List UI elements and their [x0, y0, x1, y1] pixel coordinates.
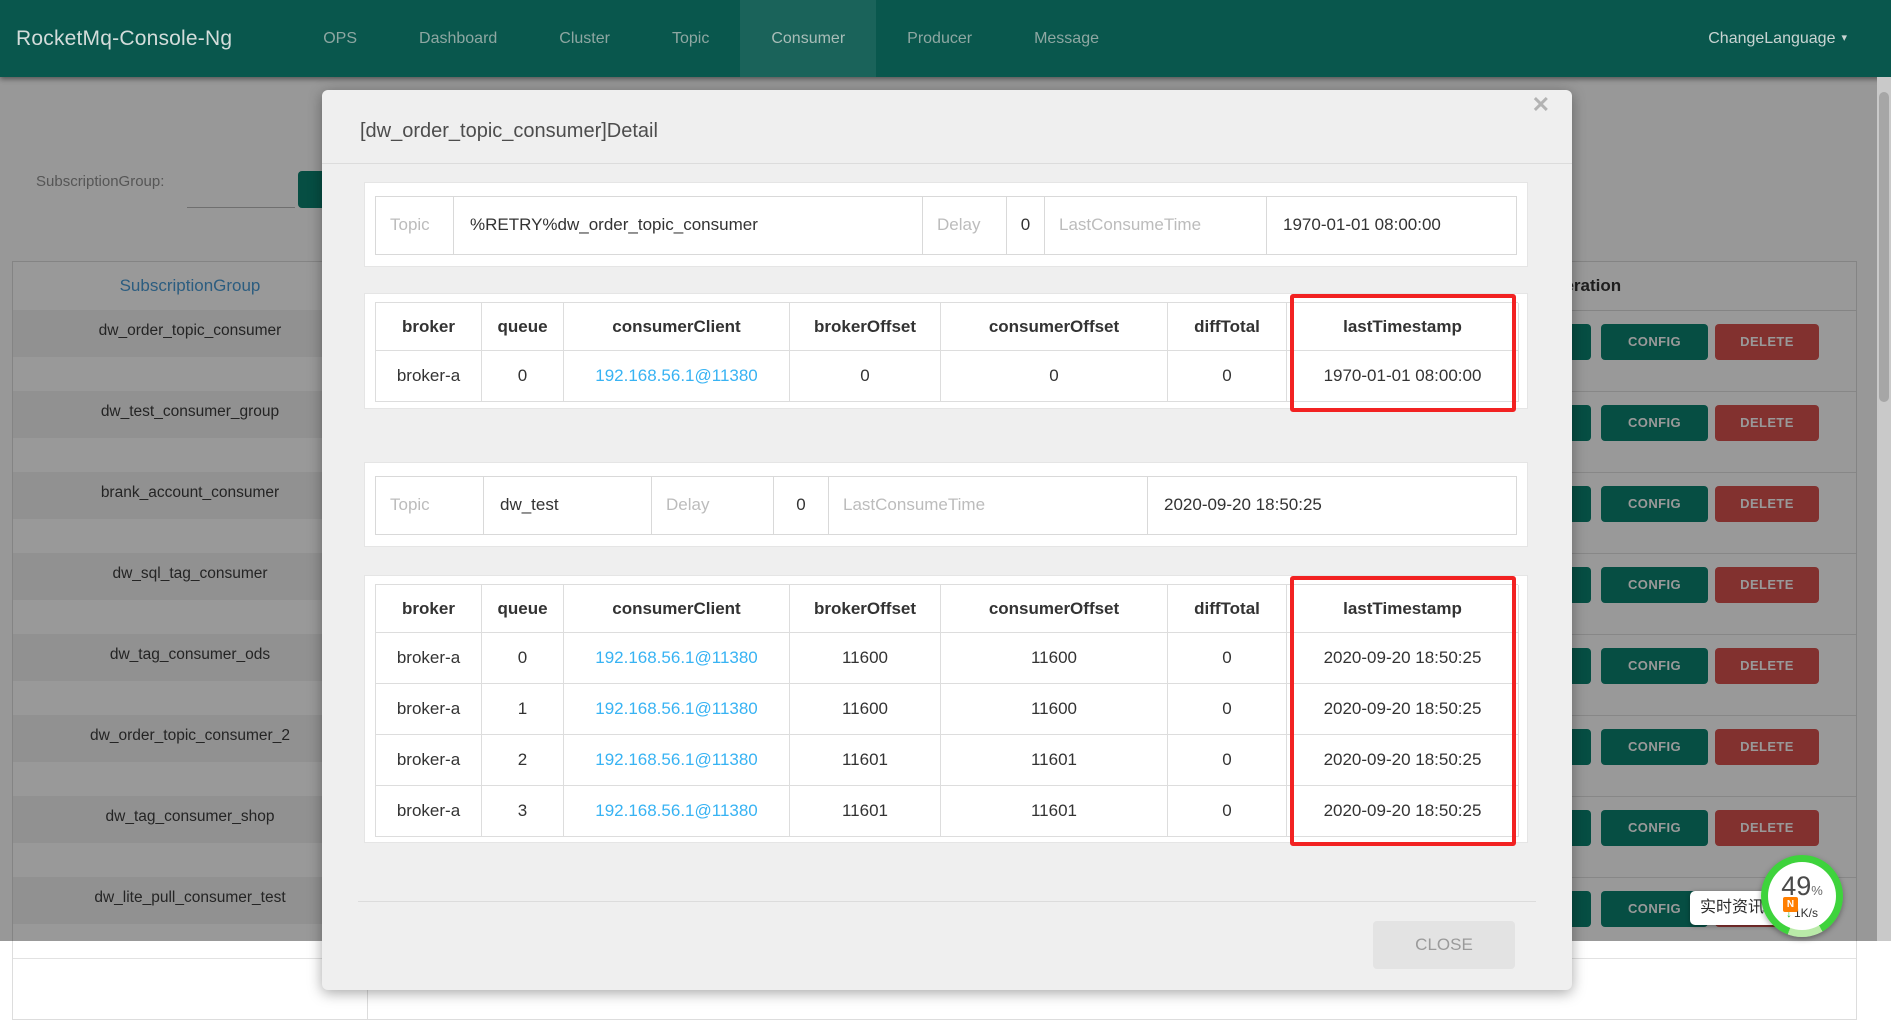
column-header-consumer-offset: consumerOffset [941, 585, 1168, 633]
nav-item-ops[interactable]: OPS [292, 0, 388, 77]
consumer-client-link[interactable]: 192.168.56.1@11380 [564, 684, 790, 735]
broker-cell: broker-a [376, 786, 482, 837]
dialog-title: [dw_order_topic_consumer]Detail [322, 90, 1572, 143]
last-timestamp-cell: 2020-09-20 18:50:25 [1287, 633, 1519, 684]
column-header-broker: broker [376, 303, 482, 351]
nav-menu: OPS Dashboard Cluster Topic Consumer Pro… [292, 0, 1130, 77]
percent-unit: % [1811, 883, 1823, 898]
queue-cell: 1 [482, 684, 564, 735]
column-header-queue: queue [482, 303, 564, 351]
broker-cell: broker-a [376, 351, 482, 402]
last-consume-time-label: LastConsumeTime [829, 477, 1148, 534]
column-header-diff-total: diffTotal [1168, 585, 1287, 633]
queue-table-panel: broker queue consumerClient brokerOffset… [364, 293, 1528, 409]
change-language-menu[interactable]: ChangeLanguage ▾ [1708, 0, 1891, 77]
title-divider [322, 163, 1572, 164]
queue-table: broker queue consumerClient brokerOffset… [375, 302, 1518, 402]
topic-info-panel: Topic %RETRY%dw_order_topic_consumer Del… [364, 182, 1528, 267]
last-consume-time-label: LastConsumeTime [1045, 197, 1267, 254]
last-timestamp-cell: 2020-09-20 18:50:25 [1287, 684, 1519, 735]
broker-offset-cell: 11600 [790, 633, 941, 684]
broker-cell: broker-a [376, 633, 482, 684]
close-button[interactable]: CLOSE [1373, 921, 1515, 969]
speed-circle-badge[interactable]: 49% ↓1K/s [1761, 855, 1843, 937]
topic-info-row: Topic %RETRY%dw_order_topic_consumer Del… [375, 196, 1517, 255]
speed-circle-content: 49% ↓1K/s [1768, 862, 1836, 930]
diff-total-cell: 0 [1168, 786, 1287, 837]
delay-label: Delay [923, 197, 1007, 254]
nav-item-topic[interactable]: Topic [641, 0, 740, 77]
column-header-consumer-offset: consumerOffset [941, 303, 1168, 351]
last-timestamp-cell: 2020-09-20 18:50:25 [1287, 786, 1519, 837]
close-icon[interactable]: ✕ [1532, 92, 1550, 118]
top-navbar: RocketMq-Console-Ng OPS Dashboard Cluste… [0, 0, 1891, 77]
consumer-detail-dialog: ✕ [dw_order_topic_consumer]Detail Topic … [322, 90, 1572, 990]
footer-divider [358, 901, 1536, 902]
broker-offset-cell: 11601 [790, 735, 941, 786]
column-header-last-timestamp: lastTimestamp [1287, 303, 1519, 351]
consumer-offset-cell: 0 [941, 351, 1168, 402]
news-tooltip-label: 实时资讯 [1700, 899, 1764, 916]
broker-offset-cell: 11600 [790, 684, 941, 735]
consumer-client-link[interactable]: 192.168.56.1@11380 [564, 786, 790, 837]
diff-total-cell: 0 [1168, 351, 1287, 402]
broker-offset-cell: 0 [790, 351, 941, 402]
new-badge: N [1783, 897, 1798, 912]
consumer-client-link[interactable]: 192.168.56.1@11380 [564, 735, 790, 786]
queue-cell: 0 [482, 351, 564, 402]
app-brand[interactable]: RocketMq-Console-Ng [0, 0, 292, 77]
queue-cell: 3 [482, 786, 564, 837]
topic-info-panel: Topic dw_test Delay 0 LastConsumeTime 20… [364, 462, 1528, 547]
queue-table: broker queue consumerClient brokerOffset… [375, 584, 1518, 837]
consumer-offset-cell: 11600 [941, 684, 1168, 735]
column-header-broker-offset: brokerOffset [790, 585, 941, 633]
last-consume-time-value: 2020-09-20 18:50:25 [1148, 477, 1516, 534]
column-header-broker-offset: brokerOffset [790, 303, 941, 351]
delay-label: Delay [652, 477, 774, 534]
broker-offset-cell: 11601 [790, 786, 941, 837]
broker-cell: broker-a [376, 735, 482, 786]
consumer-offset-cell: 11600 [941, 633, 1168, 684]
delay-value: 0 [774, 477, 829, 534]
nav-item-producer[interactable]: Producer [876, 0, 1003, 77]
caret-down-icon: ▾ [1841, 32, 1847, 44]
nav-item-cluster[interactable]: Cluster [528, 0, 641, 77]
topic-label: Topic [376, 197, 454, 254]
column-header-consumer-client: consumerClient [564, 585, 790, 633]
last-timestamp-cell: 1970-01-01 08:00:00 [1287, 351, 1519, 402]
consumer-offset-cell: 11601 [941, 786, 1168, 837]
last-consume-time-value: 1970-01-01 08:00:00 [1267, 197, 1516, 254]
nav-item-consumer[interactable]: Consumer [740, 0, 876, 77]
page-scrollbar[interactable] [1877, 77, 1891, 941]
broker-cell: broker-a [376, 684, 482, 735]
nav-item-dashboard[interactable]: Dashboard [388, 0, 528, 77]
diff-total-cell: 0 [1168, 735, 1287, 786]
last-timestamp-cell: 2020-09-20 18:50:25 [1287, 735, 1519, 786]
column-header-queue: queue [482, 585, 564, 633]
column-header-last-timestamp: lastTimestamp [1287, 585, 1519, 633]
topic-info-row: Topic dw_test Delay 0 LastConsumeTime 20… [375, 476, 1517, 535]
topic-value: %RETRY%dw_order_topic_consumer [454, 197, 923, 254]
diff-total-cell: 0 [1168, 633, 1287, 684]
queue-table-panel: broker queue consumerClient brokerOffset… [364, 575, 1528, 843]
queue-cell: 2 [482, 735, 564, 786]
column-header-diff-total: diffTotal [1168, 303, 1287, 351]
consumer-offset-cell: 11601 [941, 735, 1168, 786]
queue-cell: 0 [482, 633, 564, 684]
diff-total-cell: 0 [1168, 684, 1287, 735]
change-language-label: ChangeLanguage [1708, 30, 1835, 47]
scrollbar-thumb[interactable] [1879, 92, 1889, 402]
topic-value: dw_test [484, 477, 652, 534]
topic-label: Topic [376, 477, 484, 534]
consumer-client-link[interactable]: 192.168.56.1@11380 [564, 633, 790, 684]
column-header-consumer-client: consumerClient [564, 303, 790, 351]
column-header-broker: broker [376, 585, 482, 633]
nav-item-message[interactable]: Message [1003, 0, 1130, 77]
consumer-client-link[interactable]: 192.168.56.1@11380 [564, 351, 790, 402]
delay-value: 0 [1007, 197, 1045, 254]
